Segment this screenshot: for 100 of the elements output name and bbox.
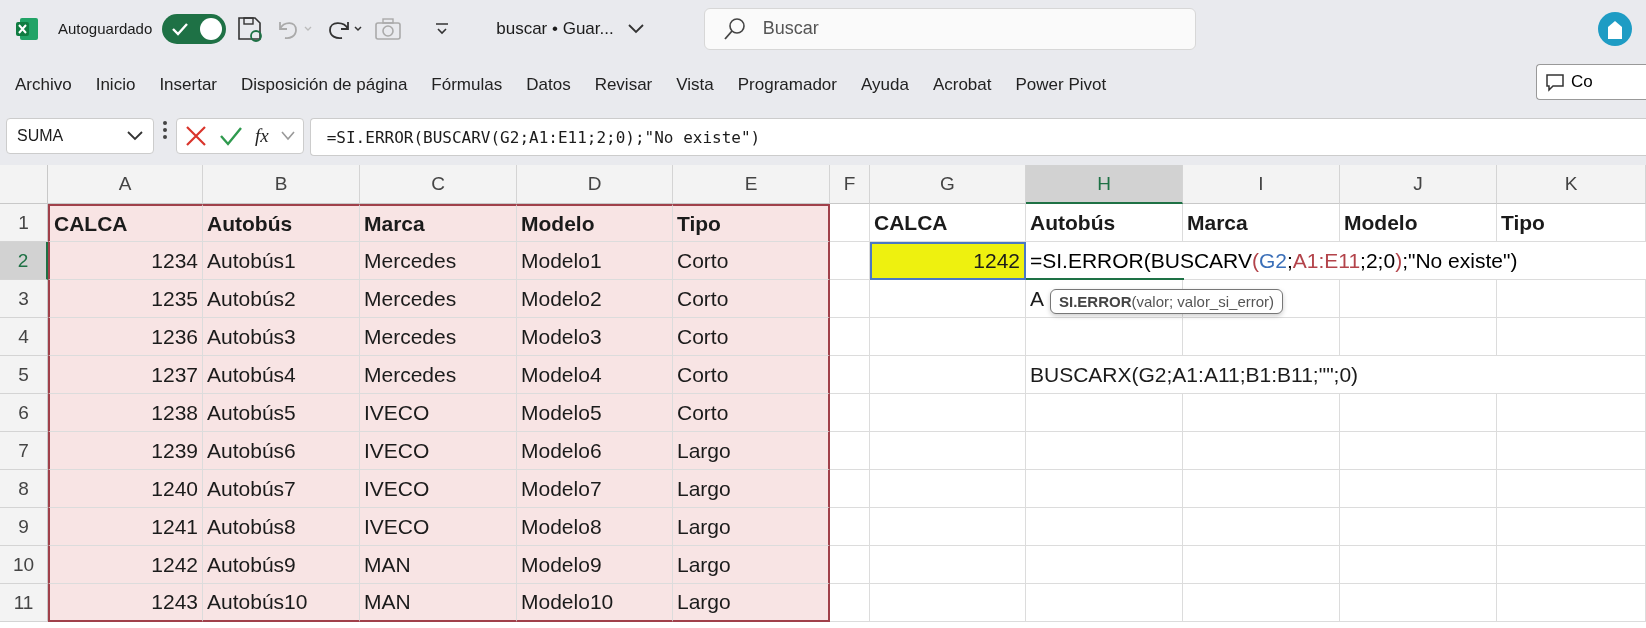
table-cell: Autobús9 bbox=[203, 546, 360, 584]
table-cell: 1238 bbox=[48, 394, 203, 432]
table-cell: Modelo10 bbox=[517, 584, 673, 622]
ribbon-tab[interactable]: Datos bbox=[517, 68, 580, 101]
table-cell: Mercedes bbox=[360, 242, 517, 280]
column-header[interactable]: J bbox=[1340, 165, 1497, 204]
ribbon-tab[interactable]: Power Pivot bbox=[1006, 68, 1116, 101]
ribbon-tab[interactable]: Acrobat bbox=[923, 68, 1001, 101]
row-header[interactable]: 6 bbox=[0, 394, 48, 432]
ribbon-tab[interactable]: Disposición de página bbox=[232, 68, 417, 101]
table-cell: IVECO bbox=[360, 394, 517, 432]
column-header[interactable]: I bbox=[1183, 165, 1340, 204]
table-cell: Modelo1 bbox=[517, 242, 673, 280]
table-cell: Modelo8 bbox=[517, 508, 673, 546]
row-header[interactable]: 11 bbox=[0, 584, 48, 622]
insert-function-button[interactable]: fx bbox=[255, 125, 269, 147]
table-cell: Largo bbox=[673, 470, 830, 508]
customize-caret-icon[interactable] bbox=[434, 20, 451, 37]
ribbon-tab[interactable]: Archivo bbox=[6, 68, 81, 101]
table-cell: Modelo3 bbox=[517, 318, 673, 356]
table-cell: 1235 bbox=[48, 280, 203, 318]
avatar-icon[interactable] bbox=[1598, 11, 1632, 46]
chevron-icon bbox=[627, 23, 644, 34]
table-cell: Autobús5 bbox=[203, 394, 360, 432]
table-cell: Largo bbox=[673, 508, 830, 546]
table-cell: MAN bbox=[360, 584, 517, 622]
function-tooltip: SI.ERROR(valor; valor_si_error) bbox=[1050, 289, 1284, 314]
search-field[interactable]: Buscar bbox=[703, 7, 1196, 50]
table-cell: Autobús3 bbox=[203, 318, 360, 356]
column-header[interactable]: H bbox=[1026, 165, 1183, 204]
more-options-icon[interactable] bbox=[160, 118, 170, 142]
table-cell: Corto bbox=[673, 242, 830, 280]
comments-button[interactable]: Co bbox=[1536, 63, 1646, 100]
table-cell: Autobús6 bbox=[203, 432, 360, 470]
table-cell: 1237 bbox=[48, 356, 203, 394]
column-header[interactable]: B bbox=[203, 165, 360, 204]
column-header[interactable]: E bbox=[673, 165, 830, 204]
column-header[interactable]: G bbox=[870, 165, 1026, 204]
close-icon[interactable] bbox=[185, 125, 207, 147]
document-title-button[interactable]: buscar • Guar... bbox=[490, 17, 650, 40]
table-cell: IVECO bbox=[360, 432, 517, 470]
table-cell: 1236 bbox=[48, 318, 203, 356]
ribbon-tab[interactable]: Revisar bbox=[585, 68, 662, 101]
table-cell: Corto bbox=[673, 356, 830, 394]
table-cell: Modelo7 bbox=[517, 470, 673, 508]
column-header[interactable]: C bbox=[360, 165, 517, 204]
caret-icon[interactable] bbox=[280, 131, 295, 141]
speech-bubble-icon bbox=[1545, 71, 1565, 92]
spreadsheet-app-icon bbox=[14, 15, 40, 42]
table-cell: Autobús4 bbox=[203, 356, 360, 394]
table-cell: Largo bbox=[673, 432, 830, 470]
table-cell: Modelo2 bbox=[517, 280, 673, 318]
row-header[interactable]: 5 bbox=[0, 356, 48, 394]
table-cell: Modelo9 bbox=[517, 546, 673, 584]
checkmark-icon[interactable] bbox=[219, 125, 243, 147]
formula-input[interactable]: =SI.ERROR(BUSCARV(G2;A1:E11;2;0);"No existe") bbox=[309, 118, 1646, 156]
header-cell: Modelo bbox=[517, 204, 673, 242]
table-cell: Autobús10 bbox=[203, 584, 360, 622]
row-header[interactable]: 1 bbox=[0, 204, 48, 242]
ribbon-tab[interactable]: Insertar bbox=[150, 68, 226, 101]
row-header[interactable]: 7 bbox=[0, 432, 48, 470]
row-header[interactable]: 2 bbox=[0, 242, 48, 280]
autosave-toggle[interactable] bbox=[162, 13, 227, 44]
table-cell: Modelo6 bbox=[517, 432, 673, 470]
table-cell: MAN bbox=[360, 546, 517, 584]
name-box[interactable]: SUMA bbox=[6, 118, 154, 154]
table-cell: Autobús7 bbox=[203, 470, 360, 508]
table-cell: 1241 bbox=[48, 508, 203, 546]
table-cell: Largo bbox=[673, 546, 830, 584]
search-icon bbox=[722, 16, 747, 41]
table-cell: 1234 bbox=[48, 242, 203, 280]
lookup-value-cell: 1242 bbox=[870, 242, 1026, 280]
row-header[interactable]: 10 bbox=[0, 546, 48, 584]
header-cell: Marca bbox=[360, 204, 517, 242]
header-cell: CALCA bbox=[48, 204, 203, 242]
save-icon[interactable] bbox=[236, 14, 265, 43]
row-header[interactable]: 3 bbox=[0, 280, 48, 318]
row-header[interactable]: 8 bbox=[0, 470, 48, 508]
table-cell: 1242 bbox=[48, 546, 203, 584]
checkmark-icon bbox=[172, 21, 189, 36]
table-cell: Mercedes bbox=[360, 318, 517, 356]
table-cell: 1243 bbox=[48, 584, 203, 622]
table-cell: 1240 bbox=[48, 470, 203, 508]
table-cell: IVECO bbox=[360, 508, 517, 546]
header-cell: Tipo bbox=[673, 204, 830, 242]
row-header[interactable]: 9 bbox=[0, 508, 48, 546]
search-input[interactable]: Buscar bbox=[760, 17, 1177, 40]
column-header[interactable]: A bbox=[48, 165, 203, 204]
table-cell: Corto bbox=[673, 318, 830, 356]
ribbon-tab[interactable]: Vista bbox=[667, 68, 723, 101]
ribbon-tab[interactable]: Fórmulas bbox=[422, 68, 512, 101]
autosave-label: Autoguardado bbox=[58, 20, 153, 37]
row-header[interactable]: 4 bbox=[0, 318, 48, 356]
column-header[interactable]: F bbox=[830, 165, 870, 204]
table-cell: Modelo5 bbox=[517, 394, 673, 432]
ribbon-tab[interactable]: Programador bbox=[728, 68, 846, 101]
ribbon-tab[interactable]: Ayuda bbox=[852, 68, 918, 101]
ribbon-tab[interactable]: Inicio bbox=[86, 68, 145, 101]
column-header[interactable]: K bbox=[1497, 165, 1646, 204]
column-header[interactable]: D bbox=[517, 165, 673, 204]
